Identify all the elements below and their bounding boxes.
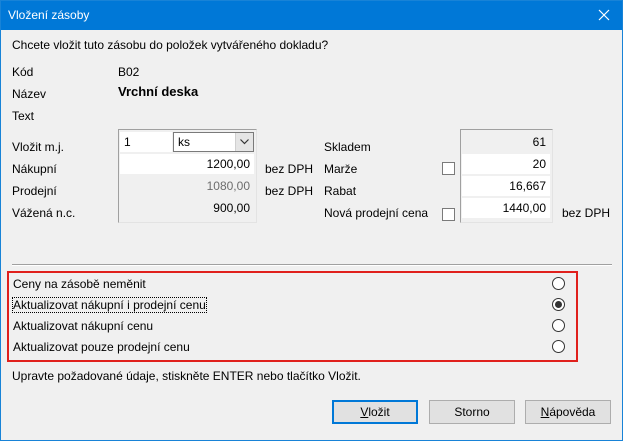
unit-select[interactable]: ks <box>173 132 254 152</box>
close-icon[interactable] <box>586 1 622 30</box>
unit-select-value: ks <box>178 135 190 149</box>
radio-keep-prices[interactable] <box>552 277 565 290</box>
help-label: ápověda <box>549 405 596 419</box>
option-row[interactable]: Ceny na zásobě neměnit <box>12 275 565 293</box>
nazev-value: Vrchní deska <box>118 84 199 99</box>
rabat-label: Rabat <box>324 184 357 198</box>
option-label: Ceny na zásobě neměnit <box>13 277 146 291</box>
nova-cena-suffix: bez DPH <box>562 206 611 220</box>
text-label: Text <box>12 109 35 123</box>
skladem-value: 61 <box>462 132 550 152</box>
kod-label: Kód <box>12 65 34 79</box>
vazena-label: Vážená n.c. <box>12 206 76 220</box>
radio-update-both-prices[interactable] <box>552 298 565 311</box>
chevron-down-icon[interactable] <box>235 133 253 151</box>
prodejni-label: Prodejní <box>12 184 57 198</box>
nakupni-suffix: bez DPH <box>265 162 314 176</box>
insert-button[interactable]: Vložit <box>332 400 418 424</box>
marze-label: Marže <box>324 162 358 176</box>
hint-text: Upravte požadované údaje, stiskněte ENTE… <box>12 369 361 383</box>
kod-value: B02 <box>118 65 140 79</box>
vazena-value: 900,00 <box>120 198 254 218</box>
option-row[interactable]: Aktualizovat pouze prodejní cenu <box>12 338 565 356</box>
option-label: Aktualizovat nákupní i prodejní cenu <box>12 297 207 313</box>
title-bar[interactable]: Vložení zásoby <box>1 1 622 30</box>
prodejni-value: 1080,00 <box>120 176 254 196</box>
radio-selected-dot <box>555 301 562 308</box>
separator <box>12 264 612 266</box>
option-row[interactable]: Aktualizovat nákupní cenu <box>12 317 565 335</box>
window-title: Vložení zásoby <box>8 8 90 22</box>
option-row[interactable]: Aktualizovat nákupní i prodejní cenu <box>12 296 565 314</box>
marze-input[interactable]: 20 <box>462 154 550 174</box>
skladem-label: Skladem <box>324 140 371 154</box>
nakupni-input[interactable]: 1200,00 <box>120 154 254 174</box>
vlozit-label: Vložit m.j. <box>12 140 65 154</box>
option-label: Aktualizovat nákupní cenu <box>13 319 154 333</box>
radio-update-purchase-price[interactable] <box>552 319 565 332</box>
nova-cena-input[interactable]: 1440,00 <box>462 198 550 218</box>
marze-checkbox[interactable] <box>442 162 455 175</box>
insert-label: ložit <box>368 405 390 419</box>
radio-update-sale-price[interactable] <box>552 340 565 353</box>
rabat-input[interactable]: 16,667 <box>462 176 550 196</box>
help-button[interactable]: Nápověda <box>525 400 611 424</box>
help-accel: N <box>540 405 550 419</box>
nakupni-label: Nákupní <box>12 162 57 176</box>
prodejni-suffix: bez DPH <box>265 184 314 198</box>
prompt-text: Chcete vložit tuto zásobu do položek vyt… <box>12 38 329 52</box>
dialog-window: Vložení zásoby Chcete vložit tuto zásobu… <box>0 0 623 441</box>
nova-cena-checkbox[interactable] <box>442 208 455 221</box>
option-label: Aktualizovat pouze prodejní cenu <box>13 340 190 354</box>
cancel-button[interactable]: Storno <box>429 400 515 424</box>
nazev-label: Název <box>12 87 47 101</box>
nova-cena-label: Nová prodejní cena <box>324 206 429 220</box>
quantity-input[interactable]: 1 <box>120 132 172 152</box>
